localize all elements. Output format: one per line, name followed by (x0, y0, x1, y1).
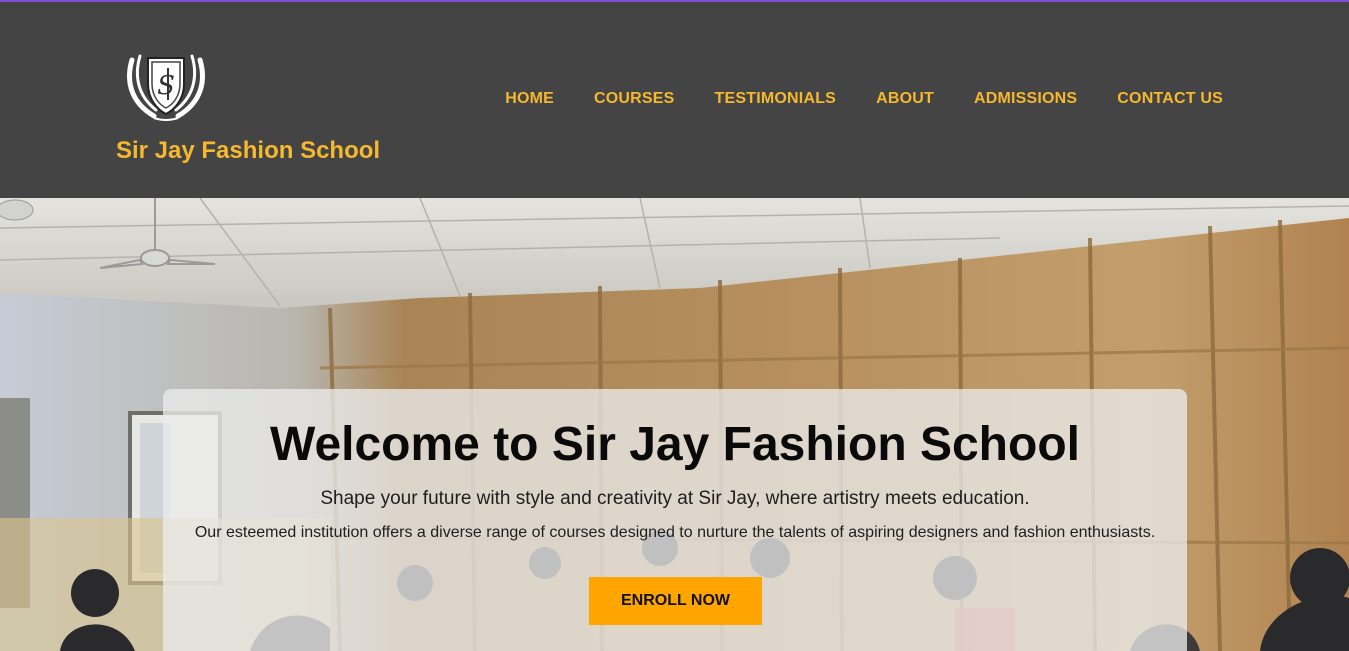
brand-name[interactable]: Sir Jay Fashion School (116, 137, 380, 165)
hero-section: Welcome to Sir Jay Fashion School Shape … (0, 198, 1349, 651)
nav-contact-us[interactable]: CONTACT US (1117, 90, 1223, 108)
shield-crest-icon: S (127, 54, 205, 121)
nav-home[interactable]: HOME (505, 90, 554, 108)
school-logo[interactable]: S (124, 50, 208, 122)
hero-card: Welcome to Sir Jay Fashion School Shape … (163, 389, 1187, 651)
enroll-now-button[interactable]: ENROLL NOW (589, 577, 762, 625)
nav-about[interactable]: ABOUT (876, 90, 934, 108)
main-nav: HOME COURSES TESTIMONIALS ABOUT ADMISSIO… (505, 90, 1223, 108)
svg-text:S: S (157, 71, 175, 101)
nav-admissions[interactable]: ADMISSIONS (974, 90, 1077, 108)
hero-description: Our esteemed institution offers a divers… (194, 524, 1156, 541)
hero-subtitle: Shape your future with style and creativ… (320, 488, 1030, 509)
site-header: S Sir Jay Fashion School HOME COURSES TE… (0, 0, 1349, 198)
nav-testimonials[interactable]: TESTIMONIALS (715, 90, 837, 108)
hero-title: Welcome to Sir Jay Fashion School (270, 418, 1080, 471)
nav-courses[interactable]: COURSES (594, 90, 675, 108)
